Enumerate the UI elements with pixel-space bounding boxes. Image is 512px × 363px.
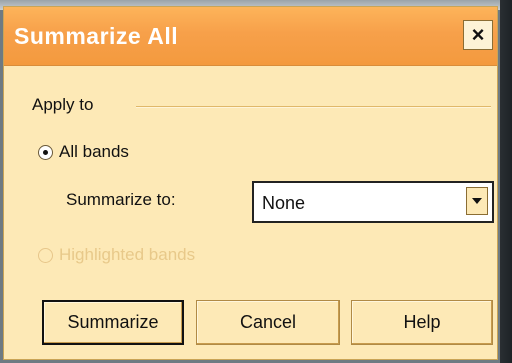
title-bar[interactable]: Summarize All ×	[4, 7, 497, 66]
highlighted-bands-label: Highlighted bands	[59, 245, 196, 264]
help-button[interactable]: Help	[351, 300, 493, 345]
highlighted-bands-radio[interactable]: Highlighted bands	[38, 245, 195, 265]
summarize-to-value: None	[262, 193, 306, 213]
summarize-to-label: Summarize to:	[66, 190, 176, 210]
summarize-to-dropdown[interactable]: None	[252, 181, 494, 223]
dropdown-arrow-button[interactable]	[466, 187, 488, 215]
summarize-all-dialog: Summarize All × Apply to All bands Summa…	[3, 6, 498, 360]
apply-to-group-label: Apply to	[32, 95, 94, 114]
chevron-down-icon	[472, 198, 482, 204]
window-edge	[500, 0, 512, 363]
radio-unselected-icon	[38, 247, 53, 263]
close-icon: ×	[471, 22, 485, 47]
all-bands-label: All bands	[59, 142, 129, 161]
summarize-to-text: Summarize to:	[66, 190, 176, 209]
cancel-button[interactable]: Cancel	[196, 300, 340, 345]
all-bands-radio[interactable]: All bands	[38, 142, 129, 162]
close-button[interactable]: ×	[463, 20, 493, 50]
radio-selected-icon[interactable]	[38, 144, 53, 160]
summarize-button[interactable]: Summarize	[42, 300, 184, 345]
dialog-title: Summarize All	[14, 23, 179, 49]
group-divider	[136, 106, 491, 108]
